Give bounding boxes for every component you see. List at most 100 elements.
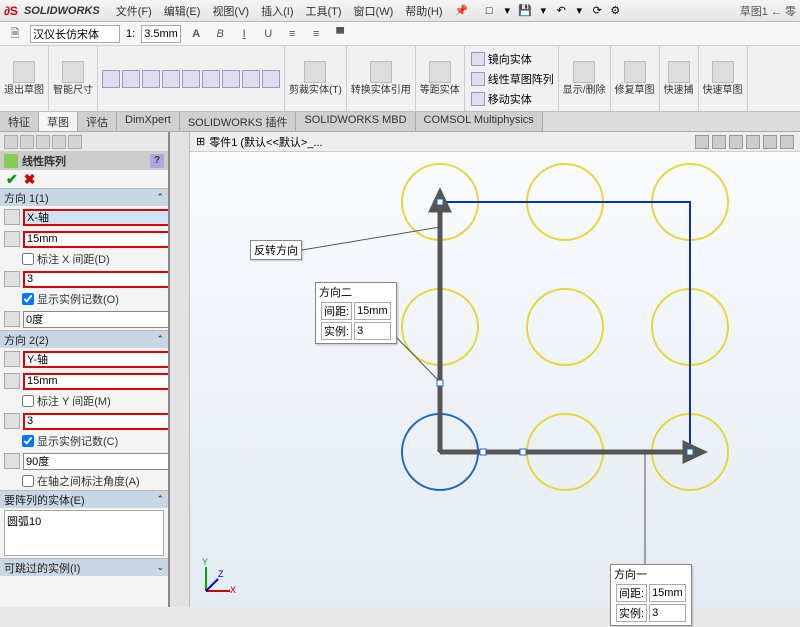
dir1-angle-input[interactable] [23,311,170,328]
spacing1-icon [4,231,20,247]
circle-icon[interactable] [142,70,160,88]
menu-window[interactable]: 窗口(W) [348,3,400,19]
pm-tab3-icon[interactable] [36,135,50,149]
dir1-spacing-input[interactable] [23,231,170,248]
doc-title: 草图1 ← 零 [740,3,796,19]
qat-new-icon[interactable]: □ [482,4,496,18]
note-icon[interactable]: 🗎 [6,25,24,43]
angle2-icon [4,453,20,469]
dir2-callout[interactable]: 方向二 间距:15mm 实例:3 [315,282,397,344]
ribbon-quick-snap[interactable]: 快速捕 [660,46,699,111]
underline-icon[interactable]: I [235,25,253,43]
qat-options-icon[interactable]: ⚙ [608,4,622,18]
dir2-spacing-input[interactable] [23,373,170,390]
ribbon-trim[interactable]: 剪裁实体(T) [285,46,347,111]
align-center-icon[interactable]: ≡ [307,25,325,43]
mirror-icon[interactable] [471,52,485,66]
tab-comsol[interactable]: COMSOL Multiphysics [416,112,543,131]
menu-file[interactable]: 文件(F) [110,3,158,19]
dir1-dimx-checkbox[interactable] [22,253,34,265]
section-direction2: 方向 2(2)⌃ ▲▼ 标注 Y 间距(M) ▲▼ 显示实例记数(C) ▲▼ 在… [0,330,168,490]
pm-tab5-icon[interactable] [68,135,82,149]
color-icon[interactable]: ▀ [331,25,349,43]
menu-insert[interactable]: 插入(I) [255,3,299,19]
pm-tab1-icon[interactable] [4,135,18,149]
text-icon[interactable] [262,70,280,88]
bold-icon[interactable]: A [187,25,205,43]
dir2-dimy-checkbox[interactable] [22,395,34,407]
menu-tools[interactable]: 工具(T) [300,3,348,19]
qat-open-icon[interactable]: ▾ [500,4,514,18]
dir1-header[interactable]: 方向 1(1)⌃ [0,189,168,206]
linear-pattern-icon[interactable] [471,72,485,86]
dir1-axis-input[interactable] [23,209,170,226]
dir1-show-checkbox[interactable] [22,293,34,305]
strike-icon[interactable]: U [259,25,277,43]
tab-dimxpert[interactable]: DimXpert [117,112,180,131]
dir1-callout[interactable]: 方向一 间距:15mm 实例:3 [610,564,692,626]
pm-cancel-button[interactable]: ✖ [24,171,36,188]
pm-title-bar: 线性阵列 ? [0,152,168,170]
slot-icon[interactable] [222,70,240,88]
tab-mbd[interactable]: SOLIDWORKS MBD [296,112,415,131]
dir2-count-input[interactable] [23,413,170,430]
pm-tab2-icon[interactable] [20,135,34,149]
spacing2-icon [4,373,20,389]
menu-pin-icon[interactable]: 📌 [449,4,475,17]
pm-tab4-icon[interactable] [52,135,66,149]
ribbon-convert[interactable]: 转换实体引用 [347,46,416,111]
pm-ok-button[interactable]: ✔ [6,171,18,188]
reverse-dir1-icon[interactable] [4,209,20,225]
graphics-canvas[interactable]: ⊞ 零件1 (默认<<默认>_... [190,132,800,607]
reverse-dir2-icon[interactable] [4,351,20,367]
tab-features[interactable]: 特征 [0,112,39,131]
ribbon-exit-sketch[interactable]: 退出草图 [0,46,49,111]
left-toolbar-strip [170,132,190,607]
ribbon-repair[interactable]: 修复草图 [611,46,660,111]
move-icon[interactable] [471,92,485,106]
dir1-count-input[interactable] [23,271,170,288]
dir2-header[interactable]: 方向 2(2)⌃ [0,331,168,348]
dir2-angle-input[interactable] [23,453,170,470]
entities-listbox[interactable]: 圆弧10 [4,510,164,556]
qat-save-icon[interactable]: 💾 [518,4,532,18]
view-triad[interactable]: Y X Z [198,559,238,599]
line-icon[interactable] [102,70,120,88]
entities-header[interactable]: 要阵列的实体(E)⌃ [0,491,168,508]
qat-print-icon[interactable]: ▾ [536,4,550,18]
tab-evaluate[interactable]: 评估 [78,112,117,131]
rect-icon[interactable] [122,70,140,88]
ribbon-offset[interactable]: 等距实体 [416,46,465,111]
ribbon-quick-sketch[interactable]: 快速草图 [699,46,748,111]
font-select[interactable] [30,25,120,43]
dir2-show-checkbox[interactable] [22,435,34,447]
point-icon[interactable] [202,70,220,88]
ribbon-pattern-group: 镜向实体 线性草图阵列 移动实体 [465,46,559,111]
align-left-icon[interactable]: ≡ [283,25,301,43]
italic-icon[interactable]: B [211,25,229,43]
menu-edit[interactable]: 编辑(E) [158,3,207,19]
qat-undo-icon[interactable]: ↶ [554,4,568,18]
font-size-input[interactable] [141,25,181,43]
skip-header[interactable]: 可跳过的实例(I)⌄ [0,559,168,576]
qat-redo-icon[interactable]: ▾ [572,4,586,18]
exit-sketch-icon [13,61,35,83]
ribbon-smart-dimension[interactable]: 智能尺寸 [49,46,98,111]
menu-view[interactable]: 视图(V) [206,3,255,19]
flip-direction-button[interactable]: 反转方向 [250,240,302,260]
qat-rebuild-icon[interactable]: ⟳ [590,4,604,18]
pm-okcancel: ✔ ✖ [0,170,168,188]
spline-icon[interactable] [182,70,200,88]
dir2-anglelabel-checkbox[interactable] [22,475,34,487]
pm-view-icons [0,132,168,152]
ribbon-display-delete[interactable]: 显示/删除 [559,46,611,111]
command-tabs: 特征 草图 评估 DimXpert SOLIDWORKS 插件 SOLIDWOR… [0,112,800,132]
pm-help-icon[interactable]: ? [150,154,164,168]
menu-help[interactable]: 帮助(H) [399,3,448,19]
tab-sketch[interactable]: 草图 [39,112,78,131]
dir2-axis-input[interactable] [23,351,170,368]
arc-icon[interactable] [162,70,180,88]
tab-addins[interactable]: SOLIDWORKS 插件 [180,112,297,131]
poly-icon[interactable] [242,70,260,88]
chevron-down-icon: ⌄ [156,562,164,573]
